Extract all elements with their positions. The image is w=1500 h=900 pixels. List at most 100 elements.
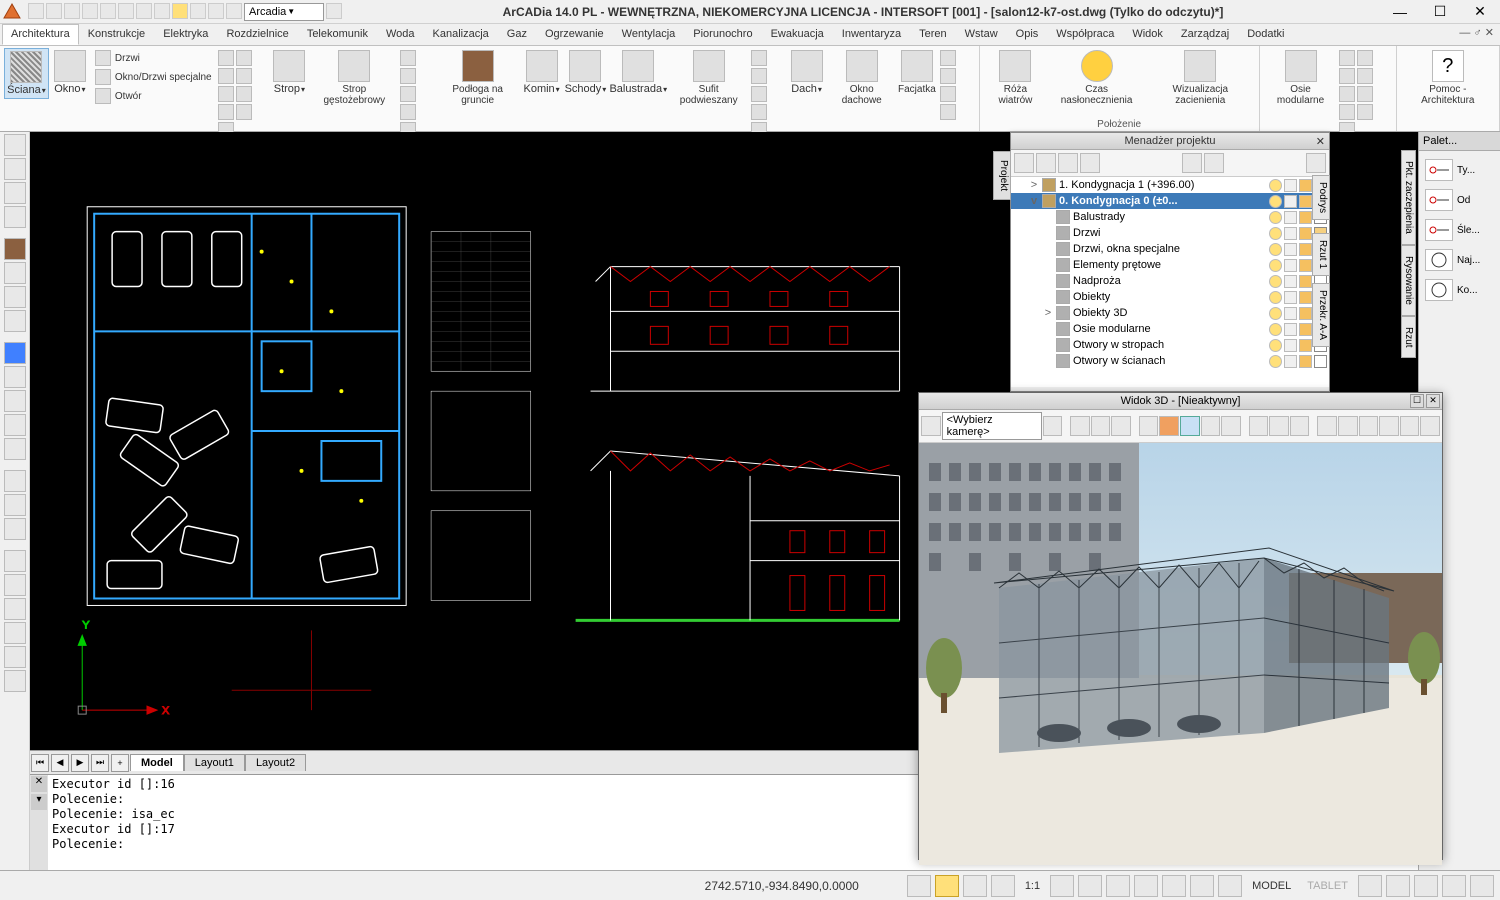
view3d-btn[interactable] [1317, 416, 1337, 436]
tab-last[interactable]: ⏭ [91, 754, 109, 772]
tool-icon[interactable] [940, 68, 956, 84]
strop-button[interactable]: Strop▾ [268, 48, 310, 97]
tree-row[interactable]: >1. Kondygnacja 1 (+396.00) [1011, 177, 1329, 193]
balustrade-button[interactable]: Balustrada▾ [608, 48, 668, 97]
palette-header[interactable]: Palet... [1419, 132, 1500, 151]
opening-button[interactable]: Otwór [93, 87, 214, 105]
ribbon-tab[interactable]: Piorunochro [684, 24, 761, 45]
tab-add[interactable]: + [111, 754, 129, 772]
lock-icon[interactable] [1284, 227, 1297, 240]
status-btn[interactable] [1470, 875, 1494, 897]
tree-row[interactable]: v0. Kondygnacja 0 (±0... [1011, 193, 1329, 209]
tool-icon[interactable] [236, 50, 252, 66]
tool-button[interactable] [4, 206, 26, 228]
tool-icon[interactable] [940, 104, 956, 120]
layer-combo[interactable]: Arcadia▼ [244, 3, 324, 21]
bulb-icon[interactable] [1269, 355, 1282, 368]
tab-next[interactable]: ▶ [71, 754, 89, 772]
wind-rose-button[interactable]: Róża wiatrów [984, 48, 1048, 108]
view3d-btn[interactable] [1070, 416, 1090, 436]
bulb-icon[interactable] [1269, 307, 1282, 320]
lock-icon[interactable] [1284, 291, 1297, 304]
chimney-button[interactable]: Komin▾ [521, 48, 563, 97]
qat-btn[interactable] [82, 3, 98, 19]
ribbon-tab[interactable]: Współpraca [1047, 24, 1123, 45]
ribbon-tab[interactable]: Opis [1007, 24, 1048, 45]
panel-close[interactable]: ✕ [1316, 135, 1325, 148]
view3d-btn[interactable] [1111, 416, 1131, 436]
view3d-btn[interactable] [1359, 416, 1379, 436]
view3d-btn[interactable] [1159, 416, 1179, 436]
layout-tab[interactable]: Layout2 [245, 754, 306, 771]
view3d-btn[interactable] [1249, 416, 1269, 436]
tab-first[interactable]: ⏮ [31, 754, 49, 772]
print-icon[interactable] [1299, 275, 1312, 288]
ribbon-tab[interactable]: Architektura [2, 24, 79, 45]
door-button[interactable]: Drzwi [93, 49, 214, 67]
print-icon[interactable] [1299, 339, 1312, 352]
help-button[interactable]: ?Pomoc - Architektura [1401, 48, 1495, 108]
view3d-btn[interactable] [1221, 416, 1241, 436]
ribbon-tab[interactable]: Zarządzaj [1172, 24, 1238, 45]
tool-button[interactable] [4, 238, 26, 260]
tree-expander[interactable]: v [1029, 195, 1039, 207]
scale-display[interactable]: 1:1 [1019, 880, 1046, 892]
tree-row[interactable]: Obiekty [1011, 289, 1329, 305]
view3d-btn[interactable] [1400, 416, 1420, 436]
tool-icon[interactable] [1339, 104, 1355, 120]
tool-icon[interactable] [236, 86, 252, 102]
palette-sidetab[interactable]: Rzut [1401, 316, 1416, 359]
pm-toolbar-btn[interactable] [1182, 153, 1202, 173]
tool-icon[interactable] [236, 104, 252, 120]
lock-icon[interactable] [1284, 179, 1297, 192]
lock-icon[interactable] [1284, 195, 1297, 208]
pm-sidetab[interactable]: Podrys [1312, 175, 1330, 220]
ribbon-tab[interactable]: Konstrukcje [79, 24, 154, 45]
palette-item[interactable]: Ty... [1423, 155, 1496, 185]
view3d-btn[interactable] [1139, 416, 1159, 436]
qat-btn[interactable] [154, 3, 170, 19]
tablet-toggle[interactable]: TABLET [1301, 880, 1354, 892]
tool-icon[interactable] [400, 104, 416, 120]
ribbon-minimize[interactable]: — ♂ ✕ [1453, 24, 1500, 45]
status-btn[interactable] [1106, 875, 1130, 897]
pm-toolbar-btn[interactable] [1014, 153, 1034, 173]
qat-btn[interactable] [28, 3, 44, 19]
pm-filter-btn[interactable] [1306, 153, 1326, 173]
status-btn[interactable] [1414, 875, 1438, 897]
status-btn[interactable] [1218, 875, 1242, 897]
layout-tab[interactable]: Layout1 [184, 754, 245, 771]
tree-row[interactable]: Otwory w ścianach [1011, 353, 1329, 369]
ribbon-tab[interactable]: Dodatki [1238, 24, 1293, 45]
tree-row[interactable]: >Obiekty 3D [1011, 305, 1329, 321]
tool-button[interactable] [4, 622, 26, 644]
tool-icon[interactable] [1339, 86, 1355, 102]
tool-button[interactable] [4, 438, 26, 460]
print-icon[interactable] [1299, 195, 1312, 208]
tool-icon[interactable] [218, 104, 234, 120]
tool-button[interactable] [4, 670, 26, 692]
roof-window-button[interactable]: Okno dachowe [828, 48, 896, 108]
print-icon[interactable] [1299, 211, 1312, 224]
modular-axes-button[interactable]: Osie modularne [1264, 48, 1338, 108]
status-btn[interactable] [1050, 875, 1074, 897]
view3d-btn[interactable] [1180, 416, 1200, 436]
pm-sidetab[interactable]: Przekr. A-A [1312, 283, 1330, 347]
lock-icon[interactable] [1284, 323, 1297, 336]
tool-icon[interactable] [751, 50, 767, 66]
status-btn[interactable] [963, 875, 987, 897]
lock-icon[interactable] [1284, 355, 1297, 368]
lock-icon[interactable] [1284, 307, 1297, 320]
ribbon-tab[interactable]: Kanalizacja [424, 24, 498, 45]
pm-sidetab[interactable]: Rzut 1 [1312, 233, 1330, 276]
tree-expander[interactable]: > [1043, 307, 1053, 319]
qat-btn[interactable] [46, 3, 62, 19]
project-vertical-tab[interactable]: Projekt [993, 151, 1011, 200]
tool-button[interactable] [4, 470, 26, 492]
close-button[interactable]: ✕ [1460, 0, 1500, 24]
palette-item[interactable]: Naj... [1423, 245, 1496, 275]
maximize-button[interactable]: ☐ [1420, 0, 1460, 24]
model-space-toggle[interactable]: MODEL [1246, 880, 1297, 892]
ribbon-tab[interactable]: Gaz [498, 24, 536, 45]
status-btn[interactable] [991, 875, 1015, 897]
